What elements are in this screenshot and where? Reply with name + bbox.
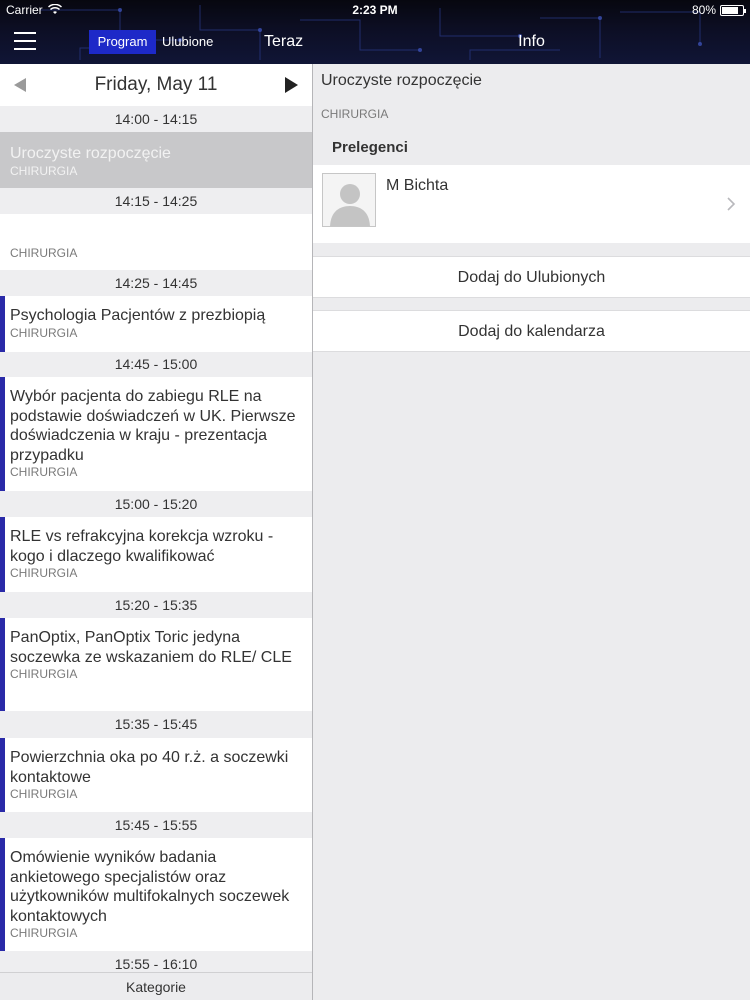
session-title: Omówienie wyników badania ankietowego sp… (10, 849, 290, 925)
session-track: CHIRURGIA (10, 926, 78, 940)
speaker-name: M Bichta (386, 177, 449, 194)
detail-panel-title: Info (518, 33, 545, 50)
categories-button[interactable]: Kategorie (0, 972, 312, 1000)
detail-session-title: Uroczyste rozpoczęcie (321, 72, 482, 89)
current-date: Friday, May 11 (94, 74, 218, 95)
time-slot-header: 15:45 - 15:55 (0, 812, 312, 838)
time-slot-header: 14:25 - 14:45 (0, 270, 312, 296)
time-slot-header: 15:35 - 15:45 (0, 711, 312, 738)
app-header: Carrier 2:23 PM 80% Program Ulubione Ter… (0, 0, 750, 64)
session-title: Powierzchnia oka po 40 r.ż. a soczewki k… (10, 749, 289, 786)
hamburger-menu-icon[interactable] (14, 32, 36, 50)
session-title: Psychologia Pacjentów z prezbiopią (10, 307, 266, 324)
tab-ulubione[interactable]: Ulubione (162, 30, 213, 54)
time-slot-header: 15:00 - 15:20 (0, 491, 312, 517)
session-track: CHIRURGIA (10, 566, 78, 580)
session-item-selected[interactable]: Uroczyste rozpoczęcie CHIRURGIA (0, 132, 312, 188)
session-title: Uroczyste rozpoczęcie (10, 145, 171, 162)
tab-program[interactable]: Program (89, 30, 156, 54)
session-track: CHIRURGIA (10, 465, 78, 479)
detail-session-track: CHIRURGIA (321, 107, 389, 121)
session-item[interactable]: PanOptix, PanOptix Toric jedyna soczewka… (0, 618, 312, 711)
date-navigator: Friday, May 11 (0, 64, 312, 106)
session-item[interactable]: Omówienie wyników badania ankietowego sp… (0, 838, 312, 951)
session-item[interactable]: Wybór pacjenta do zabiegu RLE na podstaw… (0, 377, 312, 491)
avatar-placeholder-icon (322, 173, 376, 227)
session-title: RLE vs refrakcyjna korekcja wzroku - kog… (10, 528, 274, 565)
time-slot-header: 14:00 - 14:15 (0, 106, 312, 132)
session-track: CHIRURGIA (10, 163, 78, 178)
battery-percent: 80% (691, 3, 716, 17)
next-day-arrow-icon[interactable] (285, 77, 298, 93)
session-title: Wybór pacjenta do zabiegu RLE na podstaw… (10, 388, 296, 464)
add-to-calendar-button[interactable]: Dodaj do kalendarza (313, 310, 750, 352)
schedule-panel: Friday, May 11 14:00 - 14:15 Uroczyste r… (0, 64, 312, 1000)
session-track: CHIRURGIA (10, 246, 78, 260)
session-track: CHIRURGIA (10, 325, 78, 340)
session-title: PanOptix, PanOptix Toric jedyna soczewka… (10, 629, 292, 666)
session-track: CHIRURGIA (10, 787, 78, 801)
chevron-right-icon (727, 197, 736, 211)
speakers-heading: Prelegenci (332, 139, 408, 156)
session-item[interactable]: Powierzchnia oka po 40 r.ż. a soczewki k… (0, 738, 312, 812)
speaker-row[interactable]: M Bichta (313, 165, 750, 243)
battery-icon (720, 5, 746, 16)
status-bar: Carrier 2:23 PM 80% (0, 0, 750, 20)
clock: 2:23 PM (352, 3, 398, 17)
session-item[interactable]: Psychologia Pacjentów z prezbiopią CHIRU… (0, 296, 312, 352)
time-slot-header: 14:45 - 15:00 (0, 352, 312, 377)
tab-teraz[interactable]: Teraz (264, 30, 303, 54)
time-slot-header: 15:20 - 15:35 (0, 592, 312, 618)
session-item[interactable]: CHIRURGIA (0, 214, 312, 270)
session-track: CHIRURGIA (10, 667, 78, 681)
add-to-favorites-button[interactable]: Dodaj do Ulubionych (313, 256, 750, 298)
session-item[interactable]: RLE vs refrakcyjna korekcja wzroku - kog… (0, 517, 312, 592)
detail-panel: Uroczyste rozpoczęcie CHIRURGIA Prelegen… (313, 64, 750, 1000)
time-slot-header: 14:15 - 14:25 (0, 188, 312, 214)
